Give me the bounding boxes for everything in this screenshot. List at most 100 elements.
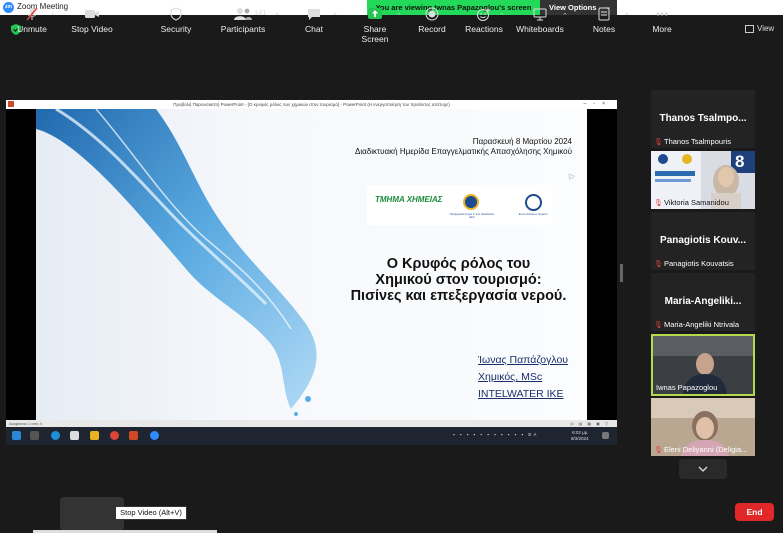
panel-resize-handle[interactable]	[620, 264, 623, 282]
logos-banner: ΤΜΗΜΑ ΧΗΜΕΙΑΣ Περιφερειακό Τμήμα Κ. & Δ.…	[367, 185, 552, 225]
view-button-label: View	[757, 24, 775, 33]
window-controls: –▫×	[583, 101, 612, 107]
eex-seal-caption: Περιφερειακό Τμήμα Κ. & Δ. Μακεδονίας ΕΕ…	[449, 213, 495, 219]
notes-label: Notes	[592, 24, 616, 34]
participant-tile[interactable]: 🎙Eleni Deliyanni (Deligia...	[651, 398, 755, 456]
slide-counter: Διαφάνεια 1 από 4	[9, 421, 42, 426]
chevron-up-icon[interactable]: ⌃	[499, 12, 505, 20]
record-button[interactable]: Record	[416, 0, 448, 41]
end-meeting-button[interactable]: End	[735, 503, 774, 521]
chevron-up-icon[interactable]: ⌃	[274, 12, 280, 20]
whiteboards-label: Whiteboards	[516, 24, 564, 34]
security-label: Security	[160, 24, 192, 34]
language-indicator: EA	[528, 432, 539, 437]
union-seal-icon	[525, 194, 542, 211]
participant-name: Panagiotis Kouvatsis	[664, 259, 734, 268]
slide-title-line: Πισίνες και επεξεργασία νερού.	[350, 288, 567, 304]
eex-seal-icon	[463, 194, 479, 210]
chevron-up-icon[interactable]: ⌃	[562, 12, 568, 20]
clock-date: 8/3/2024	[571, 436, 589, 441]
reactions-label: Reactions	[465, 24, 503, 34]
notes-icon	[598, 7, 610, 21]
chevron-down-icon	[698, 466, 708, 472]
share-screen-icon	[368, 8, 382, 19]
slide-title-line: Ο Κρυφός ρόλος του	[386, 256, 531, 272]
participant-label: 🎙Maria-Angeliki Ntrivala	[654, 320, 739, 329]
slide: Παρασκευή 8 Μαρτίου 2024 Διαδικτυακή Ημε…	[36, 109, 587, 420]
chat-bubble-icon	[308, 9, 320, 20]
participants-icon	[234, 8, 252, 20]
muted-mic-icon: 🎙	[654, 322, 663, 329]
file-explorer-icon	[90, 431, 99, 440]
mouse-cursor-icon: ➤	[568, 172, 575, 181]
store-icon	[70, 431, 79, 440]
record-icon	[425, 7, 439, 21]
shared-screen: Προβολή Παρουσιαστή PowerPoint - [Ο κρυφ…	[6, 100, 617, 445]
chemistry-dept-logo: ΤΜΗΜΑ ΧΗΜΕΙΑΣ	[375, 195, 443, 204]
unmute-button[interactable]: Unmute ⌃	[12, 0, 56, 41]
slide-author: Ίωνας Παπάζογλου Χημικός, MSc INTELWATER…	[478, 352, 568, 403]
shield-icon	[170, 7, 182, 21]
system-tray: ▪ ▪ ▪ ▪ ▪ ▪ ▪ ▪ ▪ ▪ ▪ EA	[453, 432, 539, 437]
author-company: INTELWATER IKE	[478, 388, 564, 400]
chevron-up-icon[interactable]: ⌃	[396, 12, 402, 20]
share-screen-button[interactable]: Share Screen ⌃	[350, 0, 402, 44]
author-title: Χημικός, MSc	[478, 371, 543, 383]
participant-name: Iwnas Papazoglou	[656, 383, 718, 392]
notes-button[interactable]: Notes ⌃	[588, 0, 630, 41]
participant-tile[interactable]: Thanos Tsalmpo... 🎙Thanos Tsalmpouris	[651, 90, 755, 148]
participant-name: Eleni Deliyanni (Deligia...	[664, 445, 748, 454]
whiteboard-icon	[533, 8, 547, 21]
muted-microphone-icon	[26, 7, 38, 21]
participant-label: Iwnas Papazoglou	[656, 383, 717, 392]
more-button[interactable]: ••• More	[647, 0, 677, 41]
author-name: Ίωνας Παπάζογλου	[478, 354, 569, 366]
chat-label: Chat	[305, 24, 323, 34]
union-seal-caption: Ένωση Ελλήνων Χημικών	[518, 213, 548, 216]
chrome-icon	[110, 431, 119, 440]
presenter-status-bar: Διαφάνεια 1 από 4 ◎▤▦▣▽	[6, 420, 617, 427]
participant-label: 🎙Viktoria Samanidou	[654, 198, 729, 207]
participant-tile[interactable]: Panagiotis Kouv... 🎙Panagiotis Kouvatsis	[651, 212, 755, 270]
participants-button[interactable]: Participants 141 ⌃	[218, 0, 280, 41]
stop-video-label: Stop Video	[71, 24, 113, 34]
chevron-up-icon[interactable]: ⌃	[50, 12, 56, 20]
whiteboards-button[interactable]: Whiteboards ⌃	[516, 0, 568, 41]
stop-video-button[interactable]: Stop Video	[62, 0, 122, 41]
slide-event: Διαδικτυακή Ημερίδα Επαγγελματικής Απασχ…	[355, 147, 572, 156]
chevron-up-icon[interactable]: ⌃	[332, 12, 338, 20]
participants-count: 141	[254, 8, 267, 17]
participant-tile[interactable]: 8 🎙Viktoria Samanidou	[651, 151, 755, 209]
participant-tile-active-speaker[interactable]: Iwnas Papazoglou	[651, 334, 755, 396]
shared-window-title-text: Προβολή Παρουσιαστή PowerPoint - [Ο κρυφ…	[173, 102, 450, 107]
muted-mic-icon: 🎙	[654, 200, 663, 207]
muted-mic-icon: 🎙	[654, 139, 663, 146]
reactions-button[interactable]: Reactions ⌃	[464, 0, 505, 41]
badge-number: 8	[735, 152, 745, 171]
powerpoint-icon	[8, 101, 14, 107]
remote-taskbar: ▪ ▪ ▪ ▪ ▪ ▪ ▪ ▪ ▪ ▪ ▪ EA 6:02 μμ 8/3/202…	[6, 427, 617, 445]
participant-name: Thanos Tsalmpouris	[664, 137, 731, 146]
more-label: More	[652, 24, 672, 34]
muted-mic-icon: 🎙	[654, 447, 663, 454]
chat-button[interactable]: Chat ⌃	[298, 0, 338, 41]
notification-icon	[602, 432, 609, 439]
smiley-plus-icon	[477, 8, 490, 21]
taskbar-clock: 6:02 μμ 8/3/2024	[571, 430, 589, 442]
view-button[interactable]: View	[745, 24, 774, 33]
record-label: Record	[418, 24, 446, 34]
zoom-taskbar-icon	[150, 431, 159, 440]
powerpoint-taskbar-icon	[129, 431, 138, 440]
unmute-label: Unmute	[17, 24, 47, 34]
participant-name: Maria-Angeliki Ntrivala	[664, 320, 740, 329]
security-button[interactable]: Security	[156, 0, 196, 41]
view-controls-icon: ◎▤▦▣▽	[570, 421, 613, 426]
windows-start-icon	[12, 431, 21, 440]
share-screen-label: Share Screen	[361, 24, 389, 44]
participants-label: Participants	[220, 24, 266, 34]
gallery-scroll-down-button[interactable]	[679, 459, 727, 479]
chevron-up-icon[interactable]: ⌃	[624, 12, 630, 20]
participant-tile[interactable]: Maria-Angeliki... 🎙Maria-Angeliki Ntriva…	[651, 273, 755, 331]
muted-mic-icon: 🎙	[654, 261, 663, 268]
participant-label: 🎙Eleni Deliyanni (Deligia...	[654, 445, 747, 454]
